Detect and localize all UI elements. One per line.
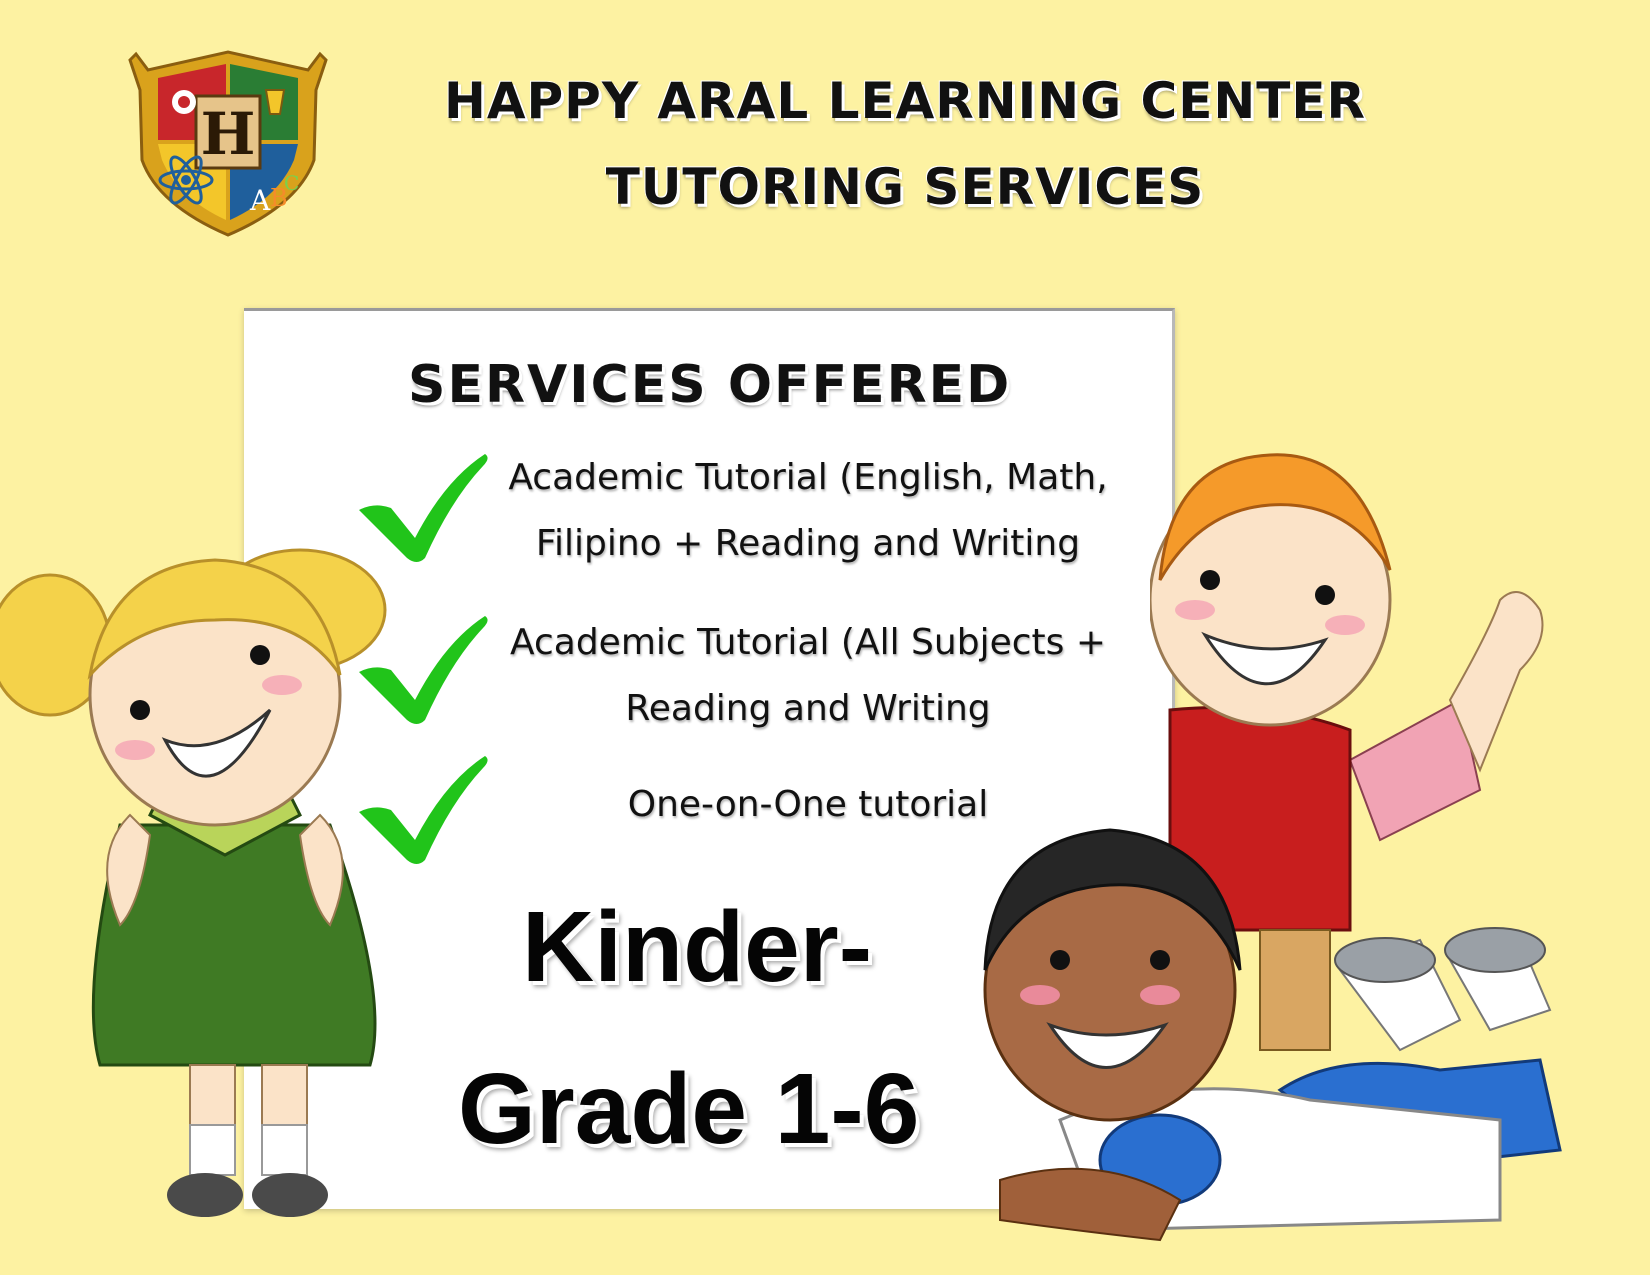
school-crest-icon: H A B C: [128, 50, 328, 237]
svg-text:A: A: [249, 184, 271, 217]
service-item-1-line2: Filipino + Reading and Writing: [535, 523, 1081, 564]
service-item-2: Academic Tutorial (All Subjects + Readin…: [488, 610, 1128, 742]
grade-range-line1: Kinder-: [522, 891, 872, 1003]
grade-range-line2: Grade 1-6: [458, 1053, 920, 1165]
tutoring-services-heading: TUTORING SERVICES: [605, 158, 1205, 216]
svg-text:H: H: [201, 100, 256, 168]
center-name-heading: HAPPY ARAL LEARNING CENTER: [443, 72, 1367, 130]
boy-lying-illustration: [983, 828, 1562, 1242]
services-offered-heading: SERVICES OFFERED: [408, 355, 1012, 415]
service-item-2-line2: Reading and Writing: [625, 688, 991, 729]
girl-illustration: [0, 548, 387, 1217]
service-item-1: Academic Tutorial (English, Math, Filipi…: [488, 445, 1128, 577]
service-item-2-line1: Academic Tutorial (All Subjects +: [509, 622, 1106, 663]
service-item-1-line1: Academic Tutorial (English, Math,: [508, 457, 1108, 498]
svg-text:C: C: [284, 171, 299, 195]
